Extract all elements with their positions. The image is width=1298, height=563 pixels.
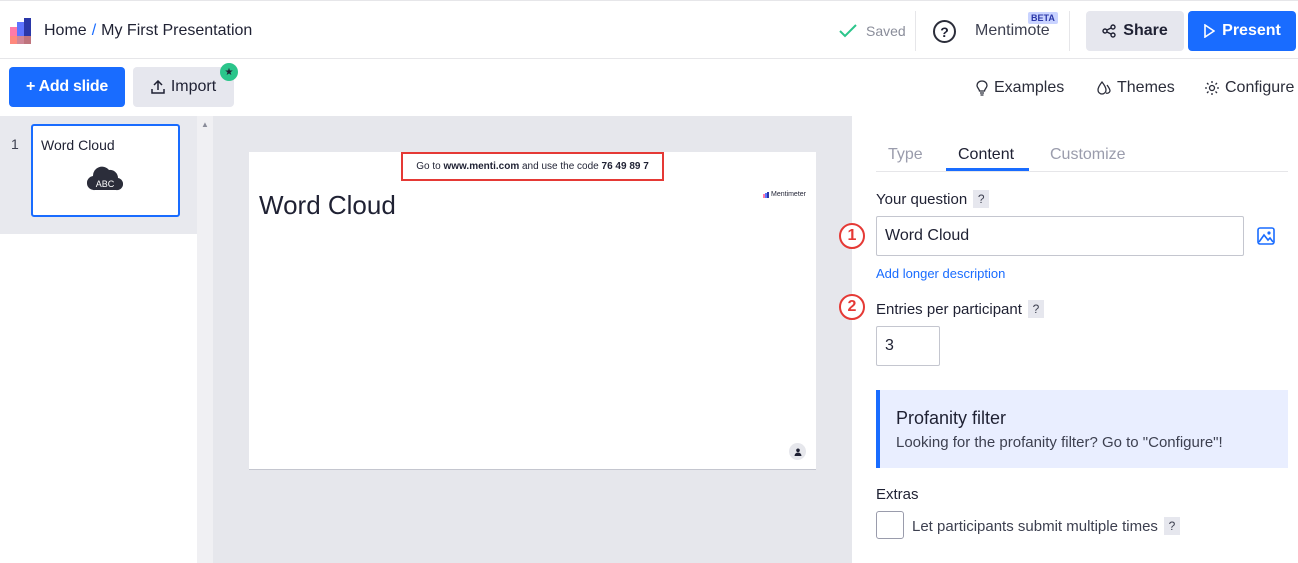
themes-button[interactable]: Themes <box>1096 79 1175 97</box>
question-label-text: Your question <box>876 190 968 208</box>
extras-label: Extras <box>876 486 919 503</box>
saved-status: Saved <box>838 23 906 39</box>
examples-label: Examples <box>994 79 1065 96</box>
mentimote-button[interactable]: Mentimote <box>975 22 1050 40</box>
breadcrumb: Home / My First Presentation <box>44 22 252 40</box>
gear-icon <box>1205 81 1219 95</box>
join-instructions: Go to www.menti.com and use the code 76 … <box>401 152 664 181</box>
configure-button[interactable]: Configure <box>1204 79 1294 97</box>
multiple-submit-label: Let participants submit multiple times ? <box>912 517 1180 535</box>
mentimeter-logo[interactable] <box>10 18 36 44</box>
tab-type[interactable]: Type <box>888 146 923 164</box>
word-cloud-icon: ABC <box>87 166 123 191</box>
annotation-marker-2: 2 <box>839 294 865 320</box>
examples-button[interactable]: Examples <box>975 79 1064 97</box>
present-label: Present <box>1222 22 1281 39</box>
slide-list-item[interactable]: 1 Word Cloud ABC <box>0 116 197 234</box>
slide-list: 1 Word Cloud ABC <box>0 116 197 563</box>
active-tab-indicator <box>946 168 1029 171</box>
help-icon[interactable]: ? <box>933 20 956 43</box>
slide-thumbnail[interactable]: Word Cloud ABC <box>31 124 180 217</box>
slide-preview[interactable]: Go to www.menti.com and use the code 76 … <box>249 152 816 470</box>
import-label: Import <box>170 78 217 95</box>
entries-label: Entries per participant ? <box>876 300 1044 318</box>
participant-icon <box>789 443 806 460</box>
mentimeter-brand-mark: Mentimeter <box>762 191 806 198</box>
import-button[interactable]: Import <box>133 67 234 107</box>
mentimeter-logo-icon <box>762 191 769 198</box>
multiple-submit-text: Let participants submit multiple times <box>912 517 1158 535</box>
top-bar: Home / My First Presentation Saved ? Men… <box>0 0 1298 59</box>
configure-label: Configure <box>1225 79 1295 96</box>
beta-badge: BETA <box>1028 12 1058 24</box>
entries-help-icon[interactable]: ? <box>1027 300 1044 318</box>
star-badge-icon: ★ <box>220 63 238 81</box>
profanity-text: Looking for the profanity filter? Go to … <box>896 434 1223 451</box>
slide-settings-panel: Type Content Customize Your question ? 1… <box>839 116 1298 563</box>
annotation-marker-1: 1 <box>839 223 865 249</box>
drops-icon <box>1097 80 1111 95</box>
saved-label: Saved <box>866 23 906 39</box>
profanity-title: Profanity filter <box>896 408 1007 428</box>
slide-title[interactable]: Word Cloud <box>259 190 396 221</box>
add-slide-button[interactable]: + Add slide <box>9 67 125 107</box>
presentation-title[interactable]: My First Presentation <box>101 22 252 40</box>
question-help-icon[interactable]: ? <box>973 190 990 208</box>
tab-customize[interactable]: Customize <box>1050 146 1126 164</box>
entries-label-text: Entries per participant <box>876 300 1022 318</box>
breadcrumb-home[interactable]: Home <box>44 22 87 40</box>
themes-label: Themes <box>1117 79 1175 96</box>
settings-tabs: Type Content Customize <box>876 146 1288 172</box>
tab-content[interactable]: Content <box>958 146 1014 164</box>
play-icon <box>1204 24 1216 38</box>
slide-thumbnail-title: Word Cloud <box>41 137 115 153</box>
slide-number: 1 <box>11 136 19 152</box>
multiple-submit-checkbox[interactable] <box>876 511 904 539</box>
brand-mark-text: Mentimeter <box>770 191 806 198</box>
multiple-submit-help-icon[interactable]: ? <box>1163 517 1180 535</box>
question-label: Your question ? <box>876 190 990 208</box>
toolbar: + Add slide Import ★ Examples Themes Con… <box>0 59 1298 116</box>
slide-list-scrollbar[interactable] <box>197 116 213 563</box>
share-icon <box>1102 24 1116 38</box>
entries-input[interactable]: 3 <box>876 326 940 366</box>
checkmark-icon <box>839 24 857 38</box>
join-middle: and use the code <box>522 161 599 172</box>
svg-text:ABC: ABC <box>96 179 115 189</box>
add-description-link[interactable]: Add longer description <box>876 266 1005 281</box>
join-url: www.menti.com <box>443 161 520 172</box>
question-input[interactable]: Word Cloud <box>876 216 1244 256</box>
add-image-icon[interactable] <box>1257 227 1275 245</box>
join-code: 76 49 89 7 <box>601 161 649 172</box>
divider <box>1069 11 1070 51</box>
present-button[interactable]: Present <box>1188 11 1296 51</box>
profanity-info-callout: Profanity filter Looking for the profani… <box>876 390 1288 468</box>
share-button[interactable]: Share <box>1086 11 1184 51</box>
join-prefix: Go to <box>416 161 441 172</box>
share-label: Share <box>1123 22 1168 39</box>
breadcrumb-separator: / <box>91 22 97 39</box>
lightbulb-icon <box>976 80 988 96</box>
divider <box>915 11 916 51</box>
scroll-up-arrow-icon[interactable]: ▲ <box>201 120 209 129</box>
add-slide-label: + Add slide <box>26 78 108 95</box>
upload-icon <box>151 80 165 94</box>
